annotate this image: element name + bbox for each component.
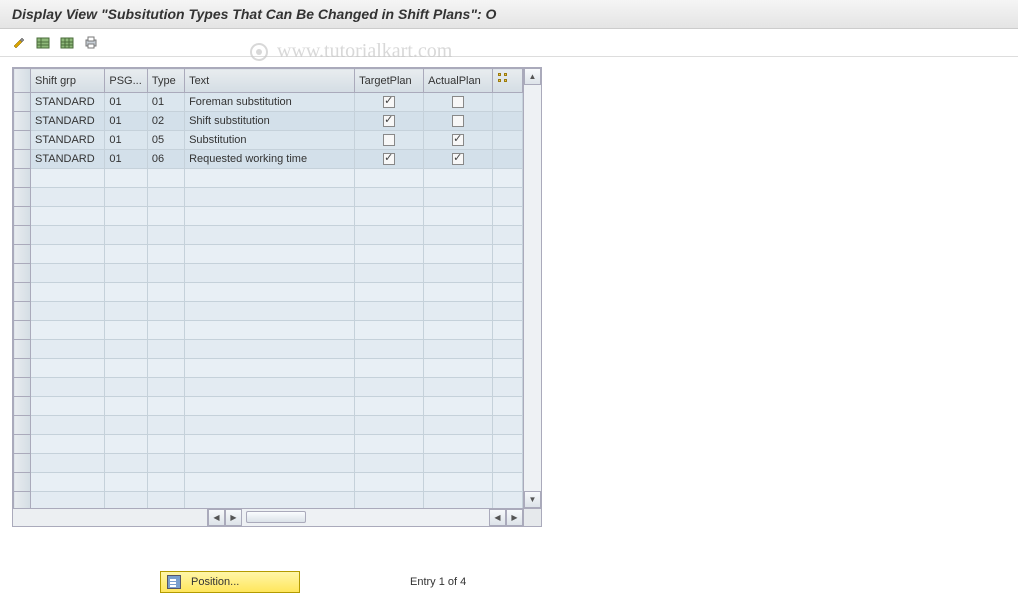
scroll-right-end-icon[interactable]: ▶ (506, 509, 523, 526)
table-row-empty (14, 397, 523, 416)
footer: Position... Entry 1 of 4 (0, 571, 1018, 593)
cell-psg[interactable]: 01 (105, 93, 148, 112)
toggle-edit-icon[interactable] (10, 34, 28, 52)
hscroll-track[interactable] (242, 509, 489, 526)
cell-end (493, 112, 523, 131)
cell-text[interactable]: Shift substitution (185, 112, 355, 131)
checkbox-target[interactable] (383, 134, 395, 146)
col-header-target[interactable]: TargetPlan (355, 69, 424, 93)
cell-actual[interactable] (424, 131, 493, 150)
col-header-text[interactable]: Text (185, 69, 355, 93)
scroll-down-icon[interactable]: ▼ (524, 491, 541, 508)
data-table: Shift grp PSG... Type Text TargetPlan Ac… (13, 68, 523, 508)
col-header-psg[interactable]: PSG... (105, 69, 148, 93)
table-row[interactable]: STANDARD0102Shift substitution (14, 112, 523, 131)
vscroll-track[interactable] (524, 85, 541, 491)
row-selector[interactable] (14, 112, 31, 131)
table-row-empty (14, 207, 523, 226)
cell-type[interactable]: 01 (147, 93, 184, 112)
page-title: Display View "Subsitution Types That Can… (0, 0, 1018, 29)
table-row-empty (14, 473, 523, 492)
cell-target[interactable] (355, 131, 424, 150)
checkbox-actual[interactable] (452, 115, 464, 127)
table-row-empty (14, 283, 523, 302)
row-selector[interactable] (14, 150, 31, 169)
hscroll-thumb[interactable] (246, 511, 306, 523)
row-selector[interactable] (14, 131, 31, 150)
configure-columns-button[interactable] (493, 69, 523, 93)
table-row-empty (14, 416, 523, 435)
table-row-empty (14, 454, 523, 473)
cell-shift-grp[interactable]: STANDARD (31, 93, 105, 112)
table-row-empty (14, 226, 523, 245)
checkbox-actual[interactable] (452, 134, 464, 146)
position-button[interactable]: Position... (160, 571, 300, 593)
grid-config-icon (497, 72, 511, 86)
cell-psg[interactable]: 01 (105, 150, 148, 169)
scroll-right-inner-icon[interactable]: ▶ (225, 509, 242, 526)
row-selector-header[interactable] (14, 69, 31, 93)
cell-text[interactable]: Substitution (185, 131, 355, 150)
entry-counter: Entry 1 of 4 (410, 576, 466, 588)
table-row-empty (14, 302, 523, 321)
scroll-left-end-icon[interactable]: ◀ (489, 509, 506, 526)
table-row-empty (14, 321, 523, 340)
checkbox-target[interactable] (383, 115, 395, 127)
table-row[interactable]: STANDARD0106Requested working time (14, 150, 523, 169)
cell-actual[interactable] (424, 112, 493, 131)
cell-type[interactable]: 02 (147, 112, 184, 131)
cell-psg[interactable]: 01 (105, 131, 148, 150)
checkbox-actual[interactable] (452, 96, 464, 108)
row-selector[interactable] (14, 93, 31, 112)
hscroll-frozen-area (13, 509, 208, 526)
col-header-type[interactable]: Type (147, 69, 184, 93)
cell-end (493, 93, 523, 112)
cell-shift-grp[interactable]: STANDARD (31, 150, 105, 169)
table-view-alt-icon[interactable] (58, 34, 76, 52)
cell-end (493, 131, 523, 150)
table-row[interactable]: STANDARD0101Foreman substitution (14, 93, 523, 112)
table-row-empty (14, 169, 523, 188)
cell-target[interactable] (355, 93, 424, 112)
table-row[interactable]: STANDARD0105Substitution (14, 131, 523, 150)
horizontal-scrollbar[interactable]: ◀ ▶ ◀ ▶ (13, 508, 523, 526)
scroll-left-icon[interactable]: ◀ (208, 509, 225, 526)
table-row-empty (14, 492, 523, 509)
cell-text[interactable]: Requested working time (185, 150, 355, 169)
table-row-empty (14, 435, 523, 454)
scroll-corner (523, 508, 541, 526)
table-row-empty (14, 340, 523, 359)
col-header-actual[interactable]: ActualPlan (424, 69, 493, 93)
cell-type[interactable]: 06 (147, 150, 184, 169)
table-row-empty (14, 359, 523, 378)
table-row-empty (14, 378, 523, 397)
cell-actual[interactable] (424, 150, 493, 169)
position-icon (167, 575, 181, 589)
vertical-scrollbar[interactable]: ▲ ▼ (523, 68, 541, 508)
table-row-empty (14, 188, 523, 207)
cell-text[interactable]: Foreman substitution (185, 93, 355, 112)
table-row-empty (14, 245, 523, 264)
col-header-shift-grp[interactable]: Shift grp (31, 69, 105, 93)
checkbox-target[interactable] (383, 96, 395, 108)
print-icon[interactable] (82, 34, 100, 52)
cell-actual[interactable] (424, 93, 493, 112)
cell-type[interactable]: 05 (147, 131, 184, 150)
cell-target[interactable] (355, 112, 424, 131)
scroll-up-icon[interactable]: ▲ (524, 68, 541, 85)
checkbox-target[interactable] (383, 153, 395, 165)
checkbox-actual[interactable] (452, 153, 464, 165)
toolbar (0, 29, 1018, 57)
table-row-empty (14, 264, 523, 283)
position-button-label: Position... (191, 576, 239, 588)
table-view-icon[interactable] (34, 34, 52, 52)
cell-psg[interactable]: 01 (105, 112, 148, 131)
cell-shift-grp[interactable]: STANDARD (31, 131, 105, 150)
cell-shift-grp[interactable]: STANDARD (31, 112, 105, 131)
cell-target[interactable] (355, 150, 424, 169)
data-table-container: Shift grp PSG... Type Text TargetPlan Ac… (12, 67, 542, 527)
cell-end (493, 150, 523, 169)
